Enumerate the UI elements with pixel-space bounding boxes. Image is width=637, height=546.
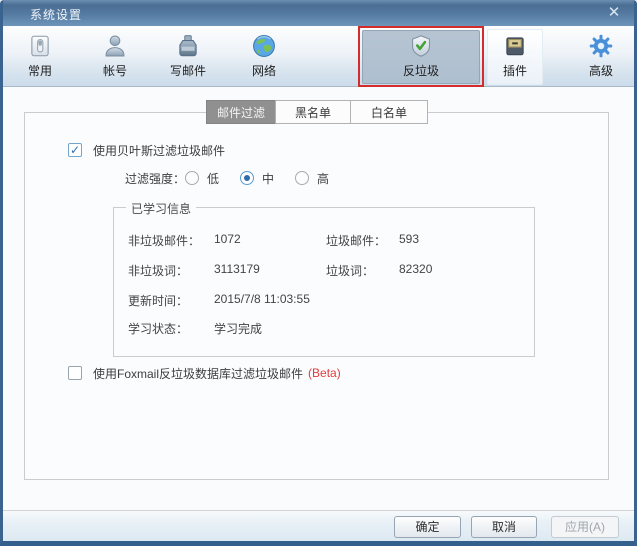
foxmail-db-row: 使用Foxmail反垃圾数据库过滤垃圾邮件 (Beta) — [68, 365, 341, 381]
tab-mail-filter[interactable]: 邮件过滤 — [206, 100, 276, 124]
learned-row-words: 非垃圾词： 3113179 垃圾词： 82320 — [114, 262, 534, 276]
globe-icon — [251, 33, 277, 59]
user-icon — [102, 33, 128, 59]
toolbar-item-compose[interactable]: 写邮件 — [153, 30, 223, 84]
toolbar-item-common[interactable]: 常用 — [12, 30, 68, 84]
learned-row-updated: 更新时间： 2015/7/8 11:03:55 — [114, 292, 534, 306]
ok-button[interactable]: 确定 — [394, 516, 461, 538]
spam-words-value: 82320 — [399, 262, 432, 276]
antispam-settings-content: 邮件过滤 黑名单 白名单 ✓ 使用贝叶斯过滤垃圾邮件 过滤强度： 低 中 — [3, 87, 634, 510]
filter-strength-options: 低 中 高 — [185, 170, 350, 187]
foxmail-db-checkbox[interactable] — [68, 366, 82, 380]
learned-row-mail: 非垃圾邮件： 1072 垃圾邮件： 593 — [114, 232, 534, 246]
settings-switch-icon — [27, 33, 53, 59]
apply-button: 应用(A) — [551, 516, 619, 538]
title-bar[interactable]: 系统设置 ✕ — [0, 0, 637, 26]
spam-mail-label: 垃圾邮件： — [326, 232, 386, 249]
filter-strength-row: 过滤强度： 低 中 高 — [125, 170, 350, 186]
ham-words-label: 非垃圾词： — [128, 262, 188, 279]
toolbar-item-label: 插件 — [503, 62, 527, 79]
toolbar-item-account[interactable]: 帐号 — [87, 30, 143, 84]
system-settings-dialog: 系统设置 ✕ 常用 — [0, 0, 637, 546]
update-time-value: 2015/7/8 11:03:55 — [214, 292, 310, 306]
learn-status-label: 学习状态： — [128, 320, 188, 337]
radio-label: 低 — [207, 170, 219, 187]
dialog-footer: 确定 取消 应用(A) — [3, 510, 634, 541]
ham-mail-value: 1072 — [214, 232, 241, 246]
radio-icon[interactable] — [240, 171, 254, 185]
spam-words-label: 垃圾词： — [326, 262, 374, 279]
radio-label: 中 — [262, 170, 274, 187]
radio-icon[interactable] — [295, 171, 309, 185]
toolbar-item-label: 常用 — [28, 62, 52, 79]
learned-info-title: 已学习信息 — [126, 200, 196, 217]
radio-option-high[interactable]: 高 — [295, 170, 329, 187]
toolbar-item-label: 高级 — [589, 62, 613, 79]
tab-blacklist[interactable]: 黑名单 — [275, 100, 351, 124]
filter-strength-label: 过滤强度： — [125, 170, 185, 187]
radio-option-medium[interactable]: 中 — [240, 170, 274, 187]
toolbar-item-plugins[interactable]: 插件 — [487, 30, 543, 84]
toolbar-item-advanced[interactable]: 高级 — [573, 30, 629, 84]
toolbar-item-label: 写邮件 — [170, 62, 206, 79]
filter-tabs: 邮件过滤 黑名单 白名单 — [206, 100, 428, 124]
radio-icon[interactable] — [185, 171, 199, 185]
ham-mail-label: 非垃圾邮件： — [128, 232, 200, 249]
foxmail-db-label: 使用Foxmail反垃圾数据库过滤垃圾邮件 — [93, 365, 303, 382]
bayes-filter-checkbox[interactable]: ✓ — [68, 143, 82, 157]
beta-badge: (Beta) — [308, 366, 341, 380]
toolbar-item-network[interactable]: 网络 — [236, 30, 292, 84]
red-annotation-highlight-box — [358, 26, 484, 87]
window-title: 系统设置 — [30, 6, 82, 23]
radio-option-low[interactable]: 低 — [185, 170, 219, 187]
learned-info-groupbox: 已学习信息 非垃圾邮件： 1072 垃圾邮件： 593 非垃圾词： 311317… — [113, 207, 535, 357]
bayes-filter-row: ✓ 使用贝叶斯过滤垃圾邮件 — [68, 142, 225, 158]
close-icon[interactable]: ✕ — [603, 3, 625, 23]
learn-status-value: 学习完成 — [214, 320, 262, 337]
tab-whitelist[interactable]: 白名单 — [350, 100, 428, 124]
toolbar-item-label: 网络 — [252, 62, 276, 79]
learned-row-status: 学习状态： 学习完成 — [114, 320, 534, 334]
bayes-filter-label: 使用贝叶斯过滤垃圾邮件 — [93, 142, 225, 159]
spam-mail-value: 593 — [399, 232, 419, 246]
package-box-icon — [502, 33, 528, 59]
cancel-button[interactable]: 取消 — [471, 516, 537, 538]
gear-icon — [588, 33, 614, 59]
toolbar-item-label: 帐号 — [103, 62, 127, 79]
ham-words-value: 3113179 — [214, 262, 260, 276]
radio-label: 高 — [317, 170, 329, 187]
update-time-label: 更新时间： — [128, 292, 188, 309]
ink-bottle-icon — [175, 33, 201, 59]
settings-toolbar: 常用 帐号 — [3, 26, 634, 87]
